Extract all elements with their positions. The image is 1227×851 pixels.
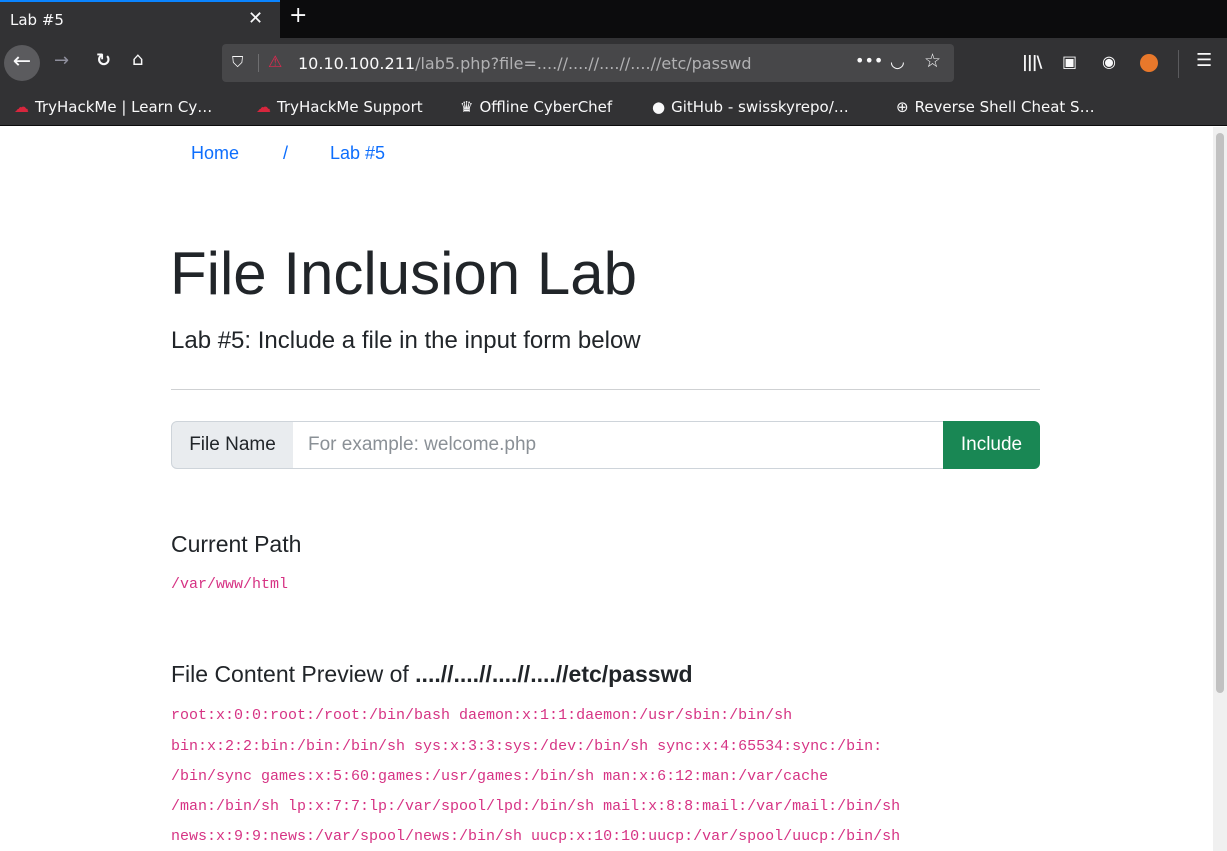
file-name-label: File Name [171, 421, 294, 469]
github-icon: ● [652, 98, 666, 116]
breadcrumb-home[interactable]: Home [191, 143, 239, 164]
breadcrumb-current[interactable]: Lab #5 [330, 143, 385, 164]
scrollbar-thumb[interactable] [1216, 133, 1224, 693]
extension-icon[interactable] [1140, 54, 1158, 72]
preview-line: news:x:9:9:news:/var/spool/news:/bin/sh … [171, 828, 901, 845]
url-path: /lab5.php?file=....//....//....//....//e… [415, 54, 752, 73]
bookmark-item[interactable]: ☁ TryHackMe Support [256, 98, 423, 116]
preview-line: root:x:0:0:root:/root:/bin/bash daemon:x… [171, 707, 793, 724]
file-name-input[interactable] [293, 421, 944, 469]
bookmark-item[interactable]: ☁ TryHackMe | Learn Cy… [14, 98, 212, 116]
file-form: File Name Include [171, 421, 1040, 469]
insecure-lock-icon[interactable]: ⚠ [268, 52, 282, 71]
url-divider [258, 54, 259, 72]
account-icon[interactable]: ◉ [1102, 52, 1116, 71]
preview-line: bin:x:2:2:bin:/bin:/bin/sh sys:x:3:3:sys… [171, 738, 883, 755]
bookmark-label: Reverse Shell Cheat S… [914, 98, 1095, 116]
scrollbar[interactable] [1213, 127, 1227, 851]
page-actions-icon[interactable]: ••• [855, 51, 883, 70]
page-title: File Inclusion Lab [170, 240, 637, 307]
bookmark-item[interactable]: ⊕ Reverse Shell Cheat S… [896, 98, 1095, 116]
bookmark-label: TryHackMe Support [277, 98, 423, 116]
bookmark-label: GitHub - swisskyrepo/… [671, 98, 849, 116]
reload-icon: ↻ [96, 50, 112, 71]
toolbar-divider [1178, 50, 1179, 78]
tab-lab5[interactable]: Lab #5 ✕ [0, 0, 280, 38]
preview-line: /man:/bin/sh lp:x:7:7:lp:/var/spool/lpd:… [171, 798, 901, 815]
back-button[interactable]: ← [4, 45, 40, 81]
preview-line: /bin/sync games:x:5:60:games:/usr/games:… [171, 768, 829, 785]
new-tab-button[interactable]: + [289, 3, 307, 28]
preview-heading: File Content Preview of ....//....//....… [171, 661, 693, 688]
url-bar[interactable]: ⛉ ⚠ 10.10.100.211/lab5.php?file=....//..… [222, 44, 954, 82]
preview-heading-prefix: File Content Preview of [171, 661, 416, 687]
forward-button[interactable]: → [54, 50, 69, 71]
bookmark-star-icon[interactable]: ☆ [924, 50, 941, 72]
home-button[interactable]: ⌂ [132, 49, 143, 70]
pocket-icon[interactable]: ◡ [890, 52, 905, 72]
current-path-heading: Current Path [171, 531, 302, 557]
divider [171, 389, 1040, 390]
shield-icon[interactable]: ⛉ [232, 53, 243, 71]
page-content: Home / Lab #5 File Inclusion Lab Lab #5:… [0, 127, 1227, 851]
globe-icon: ⊕ [896, 98, 909, 116]
preview-heading-file: ....//....//....//....//etc/passwd [415, 661, 693, 687]
bookmark-label: TryHackMe | Learn Cy… [35, 98, 213, 116]
url-text[interactable]: 10.10.100.211/lab5.php?file=....//....//… [298, 54, 752, 73]
url-host: 10.10.100.211 [298, 54, 416, 73]
breadcrumb-separator: / [283, 143, 289, 163]
chef-icon: ♛ [460, 98, 474, 116]
bookmark-item[interactable]: ♛ Offline CyberChef [460, 98, 612, 116]
tab-title: Lab #5 [10, 11, 64, 29]
arrow-right-icon: → [54, 50, 70, 71]
arrow-left-icon: ← [12, 49, 32, 74]
bookmark-item[interactable]: ● GitHub - swisskyrepo/… [652, 98, 849, 116]
tab-bar: Lab #5 ✕ + [0, 0, 1227, 38]
close-tab-icon[interactable]: ✕ [248, 8, 263, 29]
tryhackme-icon: ☁ [14, 98, 29, 116]
home-icon: ⌂ [132, 49, 144, 70]
tryhackme-icon: ☁ [256, 98, 271, 116]
hamburger-menu-icon[interactable]: ☰ [1196, 50, 1212, 71]
bookmark-label: Offline CyberChef [479, 98, 613, 116]
page-subtitle: Lab #5: Include a file in the input form… [171, 327, 641, 354]
reload-button[interactable]: ↻ [96, 50, 111, 71]
bookmarks-bar: ☁ TryHackMe | Learn Cy… ☁ TryHackMe Suppor… [0, 90, 1227, 126]
nav-toolbar: ← → ↻ ⌂ ⛉ ⚠ 10.10.100.211/lab5.php?file=… [0, 38, 1227, 90]
include-button[interactable]: Include [943, 421, 1040, 469]
sidebar-icon[interactable]: ▣ [1062, 52, 1077, 71]
current-path-value: /var/www/html [171, 576, 289, 593]
library-icon[interactable]: |||\ [1022, 52, 1042, 71]
